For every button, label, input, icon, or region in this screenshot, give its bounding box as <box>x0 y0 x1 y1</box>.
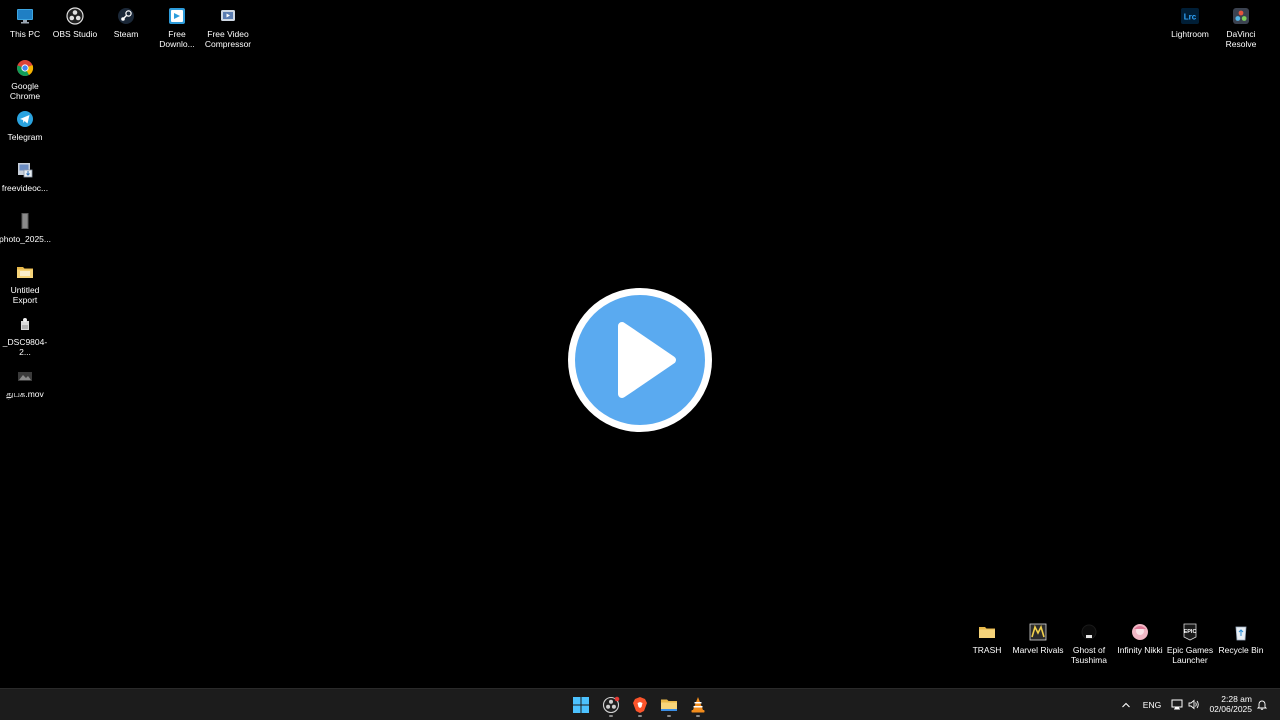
desktop-icon-label: Ghost of Tsushima <box>1071 645 1107 665</box>
desktop-icon-telegram[interactable]: Telegram <box>0 105 50 142</box>
taskbar: ENG 2:28 am 02/06/2025 <box>0 688 1280 720</box>
ghost-icon <box>1079 622 1099 642</box>
running-indicator <box>638 715 642 717</box>
folder-icon <box>15 262 35 282</box>
desktop-icon-label: _DSC9804-2... <box>2 337 48 357</box>
recycle-bin-icon <box>1231 622 1251 642</box>
taskbar-app-vlc[interactable] <box>685 693 711 717</box>
desktop-icon-label: Epic Games Launcher <box>1166 645 1214 665</box>
windows-start-icon <box>573 697 589 713</box>
desktop-icon-label: freevideoc... <box>1 183 49 193</box>
epic-games-icon: EPIC <box>1180 622 1200 642</box>
obs-icon <box>65 6 85 26</box>
desktop-icon-lightroom[interactable]: Lrc Lightroom <box>1165 2 1215 39</box>
steam-icon <box>116 6 136 26</box>
desktop-icon-label: Free Video Compressor <box>204 29 252 49</box>
desktop-icon-untitled-export[interactable]: Untitled Export <box>0 258 50 305</box>
taskbar-start-button[interactable] <box>568 693 594 717</box>
infinity-nikki-icon <box>1130 622 1150 642</box>
obs-icon <box>602 696 620 714</box>
network-icon <box>1171 699 1183 710</box>
video-compressor-icon <box>218 6 238 26</box>
lightroom-icon: Lrc <box>1180 6 1200 26</box>
desktop-icon-trash-folder[interactable]: TRASH <box>962 618 1012 655</box>
desktop-icon-obs-studio[interactable]: OBS Studio <box>50 2 100 39</box>
desktop-icon-label: Google Chrome <box>9 81 41 101</box>
system-clock[interactable]: 2:28 am 02/06/2025 <box>1209 694 1252 714</box>
desktop-icon-epic-games-launcher[interactable]: EPIC Epic Games Launcher <box>1165 618 1215 665</box>
image-file-icon <box>15 314 35 334</box>
desktop-icon-label: This PC <box>9 29 41 39</box>
desktop-icon-free-video-compressor[interactable]: Free Video Compressor <box>203 2 253 49</box>
desktop-icon-label: Recycle Bin <box>1218 645 1264 655</box>
desktop-icon-dsc9804[interactable]: _DSC9804-2... <box>0 310 50 357</box>
notification-center-button[interactable] <box>1255 689 1269 720</box>
lightroom-badge-text: Lrc <box>1184 13 1197 22</box>
desktop-icon-steam[interactable]: Steam <box>101 2 151 39</box>
installer-icon <box>15 160 35 180</box>
desktop-icon-photo-2025[interactable]: photo_2025... <box>0 207 51 244</box>
desktop: This PC OBS Studio Steam Free Downlo... … <box>0 0 1280 688</box>
desktop-icon-infinity-nikki[interactable]: Infinity Nikki <box>1115 618 1165 655</box>
monitor-icon <box>15 6 35 26</box>
bell-icon <box>1257 700 1267 710</box>
desktop-icon-freevideoc[interactable]: freevideoc... <box>0 156 50 193</box>
video-file-icon <box>15 366 35 386</box>
desktop-icon-label: துபக.mov <box>6 389 44 399</box>
chrome-icon <box>15 58 35 78</box>
desktop-icon-label: DaVinci Resolve <box>1225 29 1257 49</box>
desktop-icon-label: TRASH <box>972 645 1002 655</box>
davinci-icon <box>1231 6 1251 26</box>
desktop-icon-label: Untitled Export <box>10 285 40 305</box>
desktop-icon-label: photo_2025... <box>0 234 51 244</box>
folder-icon <box>977 622 997 642</box>
play-icon <box>568 288 712 432</box>
desktop-icon-label: Infinity Nikki <box>1117 645 1163 655</box>
desktop-icon-free-download[interactable]: Free Downlo... <box>152 2 202 49</box>
desktop-icon-this-pc[interactable]: This PC <box>0 2 50 39</box>
download-app-icon <box>167 6 187 26</box>
brave-icon <box>633 697 647 713</box>
running-indicator <box>667 715 671 717</box>
folder-icon <box>661 699 677 711</box>
desktop-icon-marvel-rivals[interactable]: Marvel Rivals <box>1012 618 1064 655</box>
vlc-icon <box>691 697 705 713</box>
desktop-icon-label: Steam <box>113 29 139 39</box>
photo-file-icon <box>15 211 35 231</box>
tray-volume[interactable] <box>1186 689 1202 720</box>
desktop-icon-label: OBS Studio <box>52 29 98 39</box>
desktop-icon-label: Marvel Rivals <box>1012 645 1064 655</box>
tray-language[interactable]: ENG <box>1140 689 1164 720</box>
language-indicator: ENG <box>1142 699 1162 710</box>
epic-badge-text: EPIC <box>1184 629 1197 635</box>
desktop-icon-label: Free Downlo... <box>159 29 195 49</box>
desktop-icon-label: Telegram <box>7 132 43 142</box>
telegram-icon <box>15 109 35 129</box>
desktop-icon-video-mov[interactable]: துபக.mov <box>0 362 50 399</box>
desktop-icon-recycle-bin[interactable]: Recycle Bin <box>1216 618 1266 655</box>
video-play-button[interactable] <box>566 286 714 434</box>
running-indicator <box>696 715 700 717</box>
taskbar-app-brave[interactable] <box>627 693 653 717</box>
chevron-up-icon <box>1122 702 1130 707</box>
desktop-icon-davinci-resolve[interactable]: DaVinci Resolve <box>1216 2 1266 49</box>
running-indicator <box>609 715 613 717</box>
clock-time: 2:28 am <box>1221 694 1252 704</box>
marvel-rivals-icon <box>1028 622 1048 642</box>
taskbar-app-file-explorer[interactable] <box>656 693 682 717</box>
desktop-icon-google-chrome[interactable]: Google Chrome <box>0 54 50 101</box>
clock-date: 02/06/2025 <box>1209 704 1252 714</box>
speaker-icon <box>1188 699 1199 710</box>
desktop-icon-label: Lightroom <box>1171 29 1209 39</box>
tray-overflow-button[interactable] <box>1118 689 1134 720</box>
taskbar-app-obs[interactable] <box>598 693 624 717</box>
desktop-icon-ghost-of-tsushima[interactable]: Ghost of Tsushima <box>1064 618 1114 665</box>
tray-network[interactable] <box>1169 689 1185 720</box>
